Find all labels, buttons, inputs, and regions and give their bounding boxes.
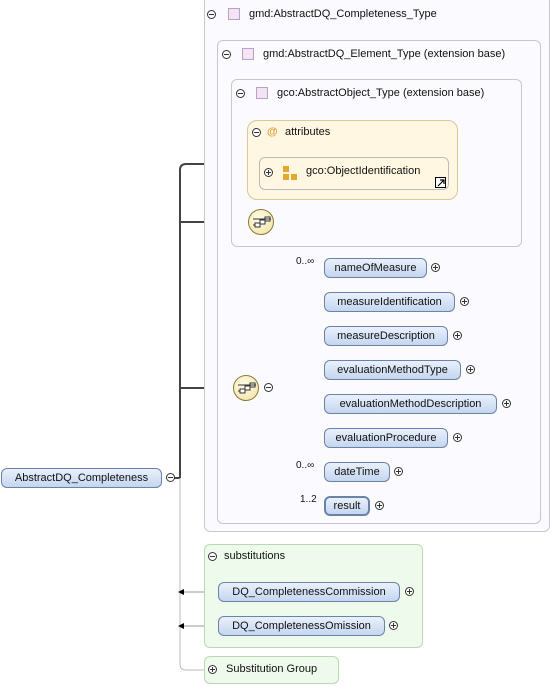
expand-toggle-object-identification[interactable] (264, 168, 273, 177)
element-evaluation-procedure[interactable]: evaluationProcedure (324, 428, 448, 448)
expand-toggle-substitution-group[interactable] (208, 665, 217, 674)
collapse-toggle-substitutions[interactable] (208, 552, 217, 561)
element-date-time[interactable]: dateTime (324, 462, 390, 482)
expand-toggle-measure-description[interactable] (453, 331, 462, 340)
collapse-toggle-root[interactable] (166, 473, 175, 482)
reference-link-icon[interactable] (435, 177, 446, 188)
expand-toggle-evaluation-method-description[interactable] (502, 399, 511, 408)
element-name-of-measure[interactable]: nameOfMeasure (324, 258, 427, 278)
collapse-toggle-element-type[interactable] (222, 50, 231, 59)
element-result[interactable]: result (324, 496, 370, 516)
element-measure-identification[interactable]: measureIdentification (324, 292, 455, 312)
completeness-type-label: gmd:AbstractDQ_Completeness_Type (249, 8, 437, 20)
collapse-toggle-sequence[interactable] (264, 383, 273, 392)
object-type-label: gco:AbstractObject_Type (extension base) (277, 87, 485, 99)
cardinality-label: 0..∞ (296, 460, 315, 471)
sequence-compositor-icon[interactable] (248, 209, 274, 235)
collapse-toggle-attributes[interactable] (252, 128, 261, 137)
substitution-completeness-commission[interactable]: DQ_CompletenessCommission (218, 582, 400, 602)
expand-toggle-evaluation-method-type[interactable] (466, 365, 475, 374)
attribute-group-icon (283, 166, 297, 180)
object-identification-label: gco:ObjectIdentification (306, 165, 421, 177)
complex-type-icon (228, 8, 240, 20)
expand-toggle-measure-identification[interactable] (460, 297, 469, 306)
expand-toggle-completeness-commission[interactable] (405, 587, 414, 596)
expand-toggle-date-time[interactable] (394, 467, 403, 476)
complex-type-icon (242, 48, 254, 60)
element-type-label: gmd:AbstractDQ_Element_Type (extension b… (263, 48, 506, 60)
element-evaluation-method-description[interactable]: evaluationMethodDescription (324, 394, 497, 414)
root-element-abstract-dq-completeness[interactable]: AbstractDQ_Completeness (1, 468, 162, 488)
expand-toggle-result[interactable] (375, 501, 384, 510)
element-measure-description[interactable]: measureDescription (324, 326, 448, 346)
sequence-compositor-icon[interactable] (233, 375, 259, 401)
expand-toggle-name-of-measure[interactable] (431, 263, 440, 272)
element-evaluation-method-type[interactable]: evaluationMethodType (324, 360, 461, 380)
substitutions-label: substitutions (224, 550, 286, 562)
substitution-group-label: Substitution Group (226, 663, 318, 675)
complex-type-icon (256, 87, 268, 99)
substitution-completeness-omission[interactable]: DQ_CompletenessOmission (218, 616, 385, 636)
collapse-toggle-completeness-type[interactable] (207, 10, 216, 19)
expand-toggle-evaluation-procedure[interactable] (453, 433, 462, 442)
attribute-at-icon: @ (267, 126, 278, 138)
cardinality-label: 1..2 (300, 494, 317, 505)
collapse-toggle-object-type[interactable] (236, 89, 245, 98)
attributes-label: attributes (285, 126, 331, 138)
cardinality-label: 0..∞ (296, 256, 315, 267)
expand-toggle-completeness-omission[interactable] (389, 621, 398, 630)
